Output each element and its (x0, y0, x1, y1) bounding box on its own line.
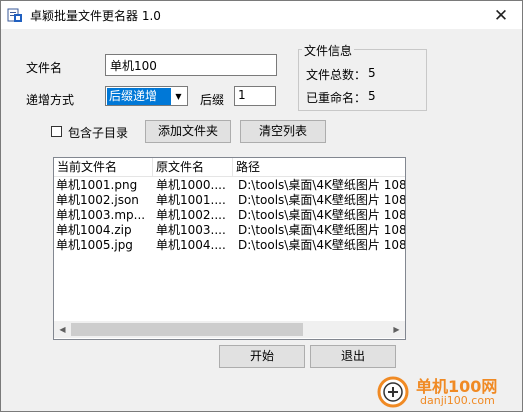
file-list[interactable]: 当前文件名 原文件名 路径 单机1001.png 单机1000.... D:\t… (53, 157, 406, 340)
total-files-value: 5 (368, 66, 376, 80)
close-icon[interactable]: ✕ (479, 2, 523, 30)
cell-original-name: 单机1003.... (156, 223, 226, 237)
cell-current-name: 单机1004.zip (56, 223, 132, 237)
table-row[interactable]: 单机1002.json 单机1001.... D:\tools\桌面\4K壁纸图… (54, 193, 405, 208)
suffix-input[interactable]: 1 (234, 86, 276, 106)
cell-path: D:\tools\桌面\4K壁纸图片 108( (238, 238, 405, 252)
cell-path: D:\tools\桌面\4K壁纸图片 108( (238, 223, 405, 237)
file-list-header: 当前文件名 原文件名 路径 (54, 158, 405, 177)
cell-original-name: 单机1004.... (156, 238, 226, 252)
cell-original-name: 单机1002.... (156, 208, 226, 222)
column-header-current-name[interactable]: 当前文件名 (54, 158, 153, 176)
table-row[interactable]: 单机1005.jpg 单机1004.... D:\tools\桌面\4K壁纸图片… (54, 238, 405, 253)
exit-button[interactable]: 退出 (310, 345, 396, 368)
scroll-left-icon[interactable]: ◀ (54, 321, 71, 338)
scroll-right-icon[interactable]: ▶ (388, 321, 405, 338)
site-watermark: 单机100网 danji100.com (376, 372, 523, 412)
clear-list-button[interactable]: 清空列表 (240, 120, 326, 143)
cell-current-name: 单机1005.jpg (56, 238, 133, 252)
total-files-label: 文件总数： (306, 68, 367, 82)
app-icon (7, 7, 23, 23)
cell-original-name: 单机1000.... (156, 178, 226, 192)
cell-current-name: 单机1001.png (56, 178, 138, 192)
horizontal-scrollbar[interactable]: ◀ ▶ (54, 321, 405, 338)
title-bar[interactable]: 卓颖批量文件更名器 1.0 ✕ (1, 1, 522, 29)
window-title: 卓颖批量文件更名器 1.0 (30, 9, 161, 23)
increment-mode-selected: 后缀递增 (107, 88, 171, 105)
watermark-site-url: danji100.com (420, 394, 495, 407)
start-button[interactable]: 开始 (219, 345, 305, 368)
column-header-path[interactable]: 路径 (233, 158, 405, 176)
plus-circle-icon (377, 376, 409, 408)
increment-mode-label: 递增方式 (26, 93, 75, 107)
cell-path: D:\tools\桌面\4K壁纸图片 108( (238, 178, 405, 192)
cell-current-name: 单机1003.mp... (56, 208, 146, 222)
include-subdirs-checkbox[interactable] (51, 126, 62, 137)
cell-original-name: 单机1001.... (156, 193, 226, 207)
cell-path: D:\tools\桌面\4K壁纸图片 108( (238, 193, 405, 207)
include-subdirs-label[interactable]: 包含子目录 (68, 124, 128, 141)
filename-input[interactable]: 单机100 (105, 54, 277, 76)
scrollbar-thumb[interactable] (71, 323, 303, 336)
table-row[interactable]: 单机1003.mp... 单机1002.... D:\tools\桌面\4K壁纸… (54, 208, 405, 223)
cell-path: D:\tools\桌面\4K壁纸图片 108( (238, 208, 405, 222)
file-info-title: 文件信息 (302, 42, 355, 59)
table-row[interactable]: 单机1001.png 单机1000.... D:\tools\桌面\4K壁纸图片… (54, 178, 405, 193)
suffix-label: 后缀 (200, 93, 225, 107)
renamed-value: 5 (368, 89, 376, 103)
table-row[interactable]: 单机1004.zip 单机1003.... D:\tools\桌面\4K壁纸图片… (54, 223, 405, 238)
add-folder-button[interactable]: 添加文件夹 (145, 120, 231, 143)
renamed-label: 已重命名： (306, 91, 367, 105)
chevron-down-icon[interactable]: ▼ (171, 88, 186, 105)
column-header-original-name[interactable]: 原文件名 (153, 158, 233, 176)
filename-label: 文件名 (26, 61, 63, 75)
cell-current-name: 单机1002.json (56, 193, 139, 207)
increment-mode-select[interactable]: 后缀递增 ▼ (105, 86, 188, 106)
